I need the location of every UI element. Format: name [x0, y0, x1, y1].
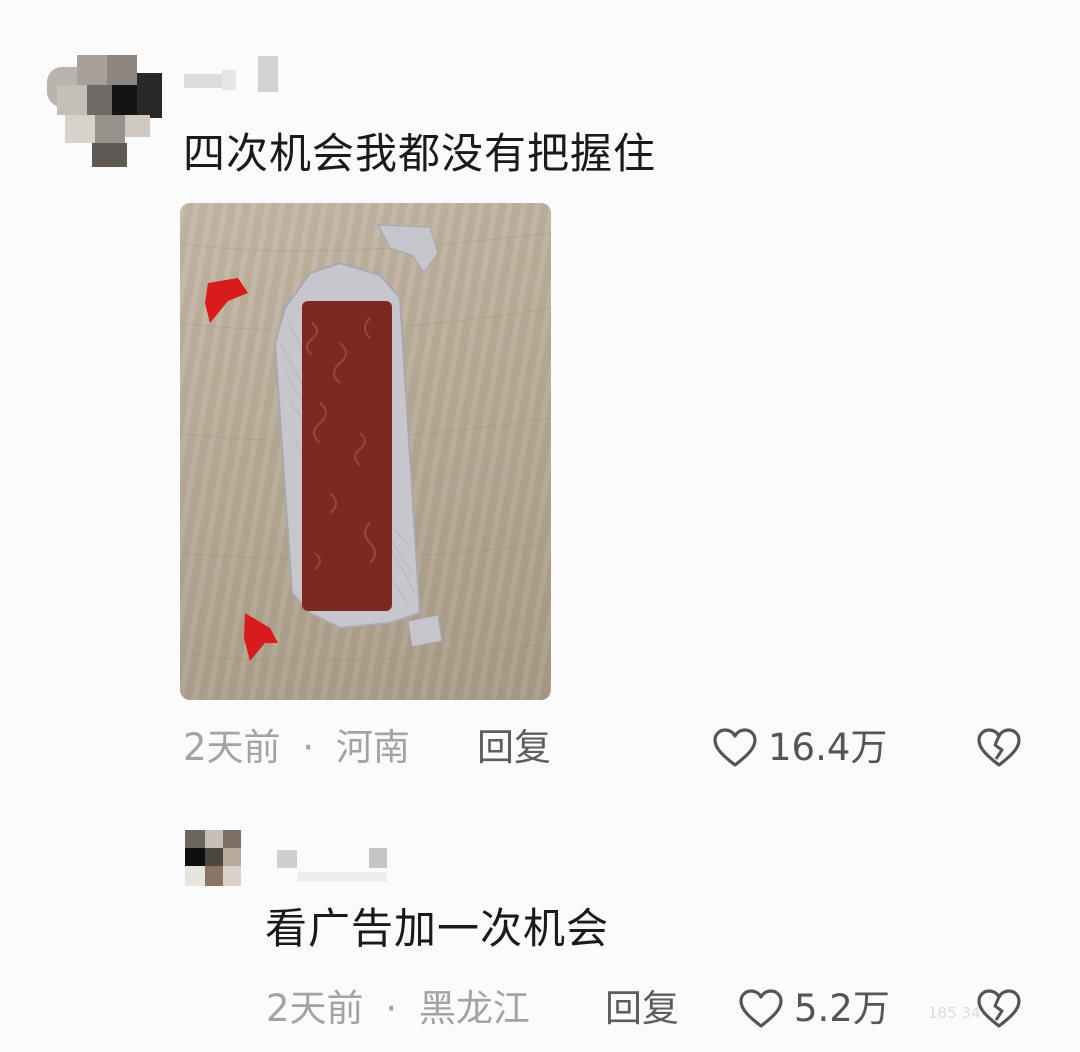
- replier-name[interactable]: [275, 846, 395, 886]
- replier-avatar[interactable]: [185, 830, 241, 886]
- reply-like-count: 5.2万: [794, 987, 890, 1030]
- heart-outline-icon: [739, 989, 783, 1028]
- reply-time: 2天前: [266, 987, 364, 1030]
- commenter-name[interactable]: [182, 56, 282, 100]
- comment-location: 河南: [335, 726, 410, 769]
- reply-reply-button[interactable]: 回复: [605, 990, 679, 1027]
- watermark: 185 34: [928, 1004, 981, 1022]
- comment-meta: 2天前 · 河南: [183, 729, 410, 766]
- heart-outline-icon: [713, 728, 757, 767]
- separator-dot: ·: [302, 726, 315, 769]
- reply-meta: 2天前 · 黑龙江: [266, 990, 530, 1027]
- separator-dot: ·: [385, 987, 398, 1030]
- like-button[interactable]: 16.4万: [712, 724, 912, 772]
- dislike-button[interactable]: [976, 727, 1022, 769]
- comment-image[interactable]: [180, 203, 551, 700]
- candy-wrapper-photo: [180, 224, 551, 662]
- reply-button[interactable]: 回复: [477, 729, 551, 766]
- reply-text: 看广告加一次机会: [265, 904, 610, 953]
- broken-heart-icon: [977, 989, 1021, 1028]
- commenter-avatar[interactable]: [47, 55, 167, 167]
- comment-text: 四次机会我都没有把握住: [183, 129, 657, 178]
- reply-location: 黑龙江: [418, 987, 530, 1030]
- comment-time: 2天前: [183, 726, 281, 769]
- broken-heart-icon: [977, 728, 1021, 767]
- like-count: 16.4万: [768, 726, 888, 769]
- reply-dislike-button[interactable]: [976, 988, 1022, 1030]
- reply-like-button[interactable]: 5.2万: [738, 985, 918, 1033]
